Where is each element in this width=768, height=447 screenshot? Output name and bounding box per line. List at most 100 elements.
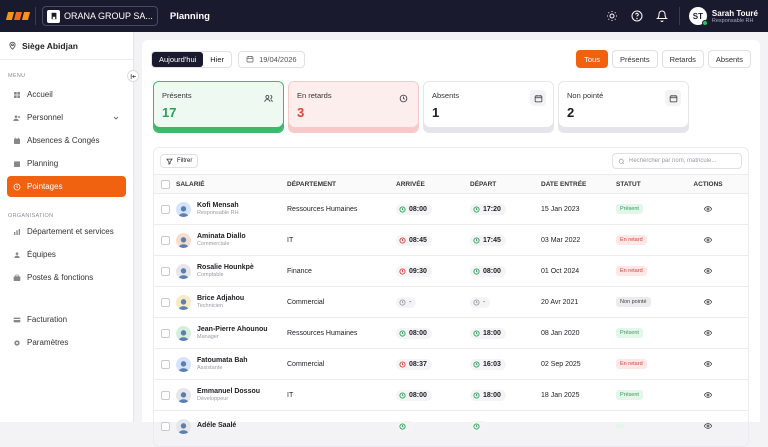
- clock-icon: [473, 422, 480, 430]
- departure-value: 08:00: [483, 267, 501, 275]
- person-icon: [178, 267, 189, 279]
- row-checkbox[interactable]: [160, 421, 170, 431]
- department: Ressources Humaines: [287, 329, 358, 337]
- sidebar-item-label: Personnel: [27, 113, 64, 122]
- card-label: Présents: [162, 91, 192, 100]
- hire-date: 03 Mar 2022: [541, 236, 581, 244]
- row-checkbox[interactable]: [160, 266, 170, 276]
- table-row[interactable]: Kofi Mensah Responsable RH Ressources Hu…: [154, 193, 748, 224]
- view-button[interactable]: [693, 298, 723, 306]
- chevron-down-icon: [113, 116, 119, 120]
- row-checkbox[interactable]: [160, 204, 170, 214]
- filter-button[interactable]: Filtrer: [160, 154, 199, 168]
- clock-icon: [473, 360, 480, 368]
- row-checkbox[interactable]: [160, 297, 170, 307]
- sidebar-item-absences[interactable]: Absences & Congés: [7, 130, 126, 151]
- row-checkbox[interactable]: [160, 328, 170, 338]
- table-row[interactable]: Rosalie Hounkpè Comptable Finance 09:30 …: [154, 255, 748, 286]
- filter-tous[interactable]: Tous: [576, 50, 609, 68]
- today-button[interactable]: Aujourd'hui: [152, 51, 204, 67]
- theme-toggle-sun-icon[interactable]: [604, 8, 620, 24]
- col-header[interactable]: SALARIÉ: [176, 181, 287, 188]
- table-row[interactable]: Brice Adjahou Technicien Commercial - - …: [154, 286, 748, 317]
- hire-date: 18 Jan 2025: [541, 391, 580, 399]
- row-checkbox[interactable]: [160, 235, 170, 245]
- sidebar-item-label: Postes & fonctions: [27, 273, 94, 282]
- eye-icon: [704, 268, 712, 274]
- yesterday-button[interactable]: Hier: [203, 52, 231, 67]
- site-selector[interactable]: Siège Abidjan: [0, 32, 133, 60]
- table-row[interactable]: Aminata Diallo Commerciale IT 08:45 17:4…: [154, 224, 748, 255]
- sidebar-item-planning[interactable]: Planning: [7, 153, 126, 174]
- employee-role: Commerciale: [197, 241, 230, 247]
- table-row[interactable]: Jean-Pierre Ahounou Manager Ressources H…: [154, 317, 748, 348]
- status-badge: Présent: [616, 390, 643, 400]
- building-icon: [47, 9, 60, 23]
- filter-presents[interactable]: Présents: [612, 50, 658, 68]
- sidebar-item-postes[interactable]: Postes & fonctions: [7, 267, 126, 288]
- department: Commercial: [287, 360, 325, 368]
- departure-time: -: [470, 296, 491, 308]
- sidebar-item-personnel[interactable]: Personnel: [7, 107, 126, 128]
- sidebar-item-parametres[interactable]: Paramètres: [7, 332, 126, 353]
- sidebar-item-facturation[interactable]: Facturation: [7, 309, 126, 330]
- card-absents[interactable]: Absents 1: [423, 81, 554, 133]
- sidebar-item-departements[interactable]: Département et services: [7, 221, 126, 242]
- select-all-checkbox[interactable]: [160, 179, 170, 189]
- table-row[interactable]: Adéle Saalé: [154, 410, 748, 441]
- filter-retards[interactable]: Retards: [661, 50, 704, 68]
- card-retards[interactable]: En retards 3: [288, 81, 419, 133]
- user-menu[interactable]: ST Sarah Touré Responsable RH: [688, 7, 758, 26]
- hire-date: 01 Oct 2024: [541, 267, 580, 275]
- top-bar: ORANA GROUP SA... Planning ST Sarah Tour…: [0, 0, 768, 32]
- col-header[interactable]: STATUT: [616, 181, 693, 188]
- row-checkbox[interactable]: [160, 359, 170, 369]
- avatar: [176, 201, 191, 217]
- status-badge: En retard: [616, 266, 647, 276]
- table-row[interactable]: Fatoumata Bah Assistante Commercial 08:3…: [154, 348, 748, 379]
- view-button[interactable]: [693, 391, 723, 399]
- col-header[interactable]: ARRIVÉE: [396, 181, 470, 188]
- avatar: [176, 325, 191, 341]
- row-checkbox[interactable]: [160, 390, 170, 400]
- menu-label: MENU: [8, 73, 26, 79]
- avatar: [176, 418, 191, 434]
- search-input[interactable]: [629, 158, 736, 164]
- view-button[interactable]: [693, 329, 723, 337]
- company-selector[interactable]: ORANA GROUP SA...: [42, 6, 158, 26]
- employee-name: Rosalie Hounkpè: [197, 264, 254, 271]
- card-presents[interactable]: Présents 17: [153, 81, 284, 133]
- table-body: Kofi Mensah Responsable RH Ressources Hu…: [154, 193, 748, 441]
- clock-icon: [399, 360, 406, 368]
- help-icon[interactable]: [629, 8, 645, 24]
- site-name: Siège Abidjan: [22, 40, 78, 51]
- col-header[interactable]: DÉPART: [470, 181, 541, 188]
- sidebar-item-accueil[interactable]: Accueil: [7, 84, 126, 105]
- col-header[interactable]: DÉPARTEMENT: [287, 181, 396, 188]
- person-icon: [178, 360, 189, 372]
- collapse-sidebar-button[interactable]: [127, 70, 139, 82]
- status-filters: Tous Présents Retards Absents: [576, 50, 751, 68]
- arrival-time: 08:37: [396, 358, 432, 370]
- view-button[interactable]: [693, 422, 723, 430]
- departure-value: 16:03: [483, 360, 501, 368]
- clock-icon: [473, 391, 480, 399]
- view-button[interactable]: [693, 267, 723, 275]
- view-button[interactable]: [693, 236, 723, 244]
- arrival-time: 08:00: [396, 327, 432, 339]
- sidebar-item-pointages[interactable]: Pointages: [7, 176, 126, 197]
- view-button[interactable]: [693, 205, 723, 213]
- col-header[interactable]: DATE ENTRÉE: [541, 181, 616, 188]
- view-button[interactable]: [693, 360, 723, 368]
- status-badge: En retard: [616, 235, 647, 245]
- bell-icon[interactable]: [654, 8, 670, 24]
- hire-date: 08 Jan 2020: [541, 329, 580, 337]
- filter-absents[interactable]: Absents: [707, 50, 751, 68]
- person-icon: [178, 422, 189, 434]
- sidebar-item-equipes[interactable]: Équipes: [7, 244, 126, 265]
- table-row[interactable]: Emmanuel Dossou Développeur IT 08:00 18:…: [154, 379, 748, 410]
- card-non-pointe[interactable]: Non pointé 2: [558, 81, 689, 133]
- divider: [35, 7, 36, 25]
- date-picker[interactable]: 19/04/2026: [238, 50, 305, 68]
- col-header: ACTIONS: [693, 180, 723, 188]
